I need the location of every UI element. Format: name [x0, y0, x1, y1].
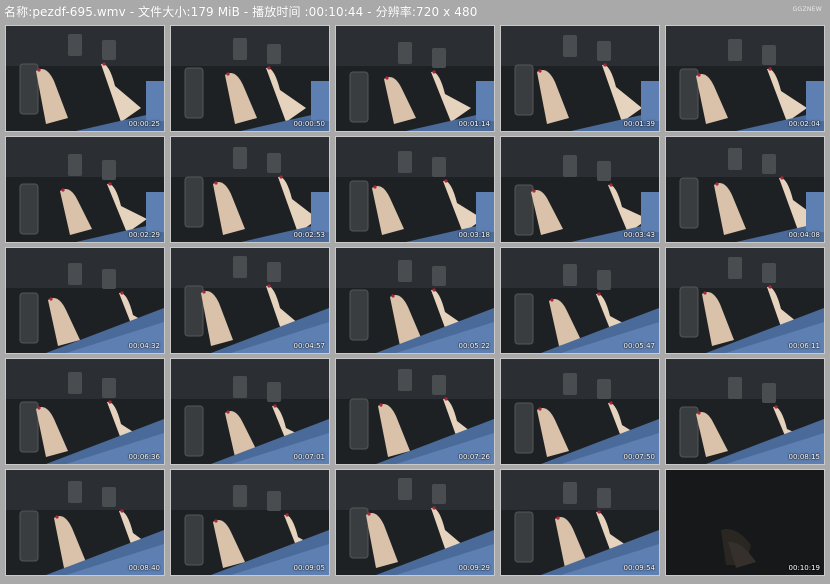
thumbnail-frame[interactable]: 00:08:40	[6, 470, 164, 575]
thumbnail-frame[interactable]: 00:05:22	[336, 248, 494, 353]
thumbnail-frame[interactable]: 00:07:50	[501, 359, 659, 464]
frame-timestamp: 00:09:05	[293, 564, 325, 572]
frame-timestamp: 00:01:14	[458, 120, 490, 128]
frame-timestamp: 00:08:40	[128, 564, 160, 572]
thumbnail-frame[interactable]: 00:10:19	[666, 470, 824, 575]
thumbnail-frame[interactable]: 00:05:47	[501, 248, 659, 353]
frame-image	[666, 137, 824, 242]
frame-timestamp: 00:04:32	[128, 342, 160, 350]
frame-image	[501, 26, 659, 131]
frame-timestamp: 00:06:11	[788, 342, 820, 350]
frame-image	[6, 248, 164, 353]
frame-image	[171, 470, 329, 575]
frame-image	[666, 359, 824, 464]
frame-image	[336, 26, 494, 131]
frame-image	[171, 137, 329, 242]
frame-image	[336, 248, 494, 353]
frame-image	[501, 470, 659, 575]
frame-image	[171, 248, 329, 353]
thumbnail-frame[interactable]: 00:01:14	[336, 26, 494, 131]
frame-image	[666, 26, 824, 131]
thumbnail-frame[interactable]: 00:01:39	[501, 26, 659, 131]
thumbnail-frame[interactable]: 00:04:57	[171, 248, 329, 353]
thumbnail-frame[interactable]: 00:09:05	[171, 470, 329, 575]
frame-timestamp: 00:00:50	[293, 120, 325, 128]
frame-image	[6, 359, 164, 464]
frame-timestamp: 00:01:39	[623, 120, 655, 128]
thumbnail-frame[interactable]: 00:02:53	[171, 137, 329, 242]
frame-timestamp: 00:06:36	[128, 453, 160, 461]
watermark: GGZNEW	[792, 6, 822, 13]
frame-image	[336, 470, 494, 575]
thumbnail-frame[interactable]: 00:04:32	[6, 248, 164, 353]
frame-image	[666, 470, 824, 575]
thumbnail-frame[interactable]: 00:08:15	[666, 359, 824, 464]
frame-timestamp: 00:02:29	[128, 231, 160, 239]
frame-image	[6, 137, 164, 242]
frame-timestamp: 00:04:57	[293, 342, 325, 350]
frame-image	[336, 137, 494, 242]
thumbnail-frame[interactable]: 00:06:36	[6, 359, 164, 464]
thumbnail-frame[interactable]: 00:02:04	[666, 26, 824, 131]
frame-image	[501, 248, 659, 353]
frame-image	[6, 26, 164, 131]
frame-timestamp: 00:05:22	[458, 342, 490, 350]
frame-image	[666, 248, 824, 353]
thumbnail-frame[interactable]: 00:03:18	[336, 137, 494, 242]
thumbnail-frame[interactable]: 00:03:43	[501, 137, 659, 242]
thumbnail-grid: 00:00:25 00:00:50 00:01:14 00:01:39 00:02:04…	[6, 26, 826, 580]
frame-timestamp: 00:09:54	[623, 564, 655, 572]
header-bar: 名称:pezdf-695.wmv - 文件大小:179 MiB - 播放时间 :…	[0, 0, 830, 22]
frame-image	[336, 359, 494, 464]
thumbnail-frame[interactable]: 00:00:25	[6, 26, 164, 131]
thumbnail-frame[interactable]: 00:09:29	[336, 470, 494, 575]
frame-image	[501, 137, 659, 242]
frame-image	[171, 359, 329, 464]
file-info-title: 名称:pezdf-695.wmv - 文件大小:179 MiB - 播放时间 :…	[4, 4, 478, 19]
thumbnail-frame[interactable]: 00:04:08	[666, 137, 824, 242]
frame-timestamp: 00:07:01	[293, 453, 325, 461]
frame-timestamp: 00:05:47	[623, 342, 655, 350]
frame-timestamp: 00:03:43	[623, 231, 655, 239]
frame-timestamp: 00:07:50	[623, 453, 655, 461]
frame-timestamp: 00:08:15	[788, 453, 820, 461]
thumbnail-frame[interactable]: 00:02:29	[6, 137, 164, 242]
frame-image	[501, 359, 659, 464]
thumbnail-frame[interactable]: 00:07:26	[336, 359, 494, 464]
thumbnail-frame[interactable]: 00:09:54	[501, 470, 659, 575]
thumbnail-frame[interactable]: 00:00:50	[171, 26, 329, 131]
thumbnail-frame[interactable]: 00:07:01	[171, 359, 329, 464]
frame-timestamp: 00:02:04	[788, 120, 820, 128]
frame-image	[171, 26, 329, 131]
frame-timestamp: 00:07:26	[458, 453, 490, 461]
frame-timestamp: 00:04:08	[788, 231, 820, 239]
frame-timestamp: 00:02:53	[293, 231, 325, 239]
frame-timestamp: 00:09:29	[458, 564, 490, 572]
frame-timestamp: 00:10:19	[788, 564, 820, 572]
thumbnail-frame[interactable]: 00:06:11	[666, 248, 824, 353]
frame-image	[6, 470, 164, 575]
frame-timestamp: 00:00:25	[128, 120, 160, 128]
frame-timestamp: 00:03:18	[458, 231, 490, 239]
